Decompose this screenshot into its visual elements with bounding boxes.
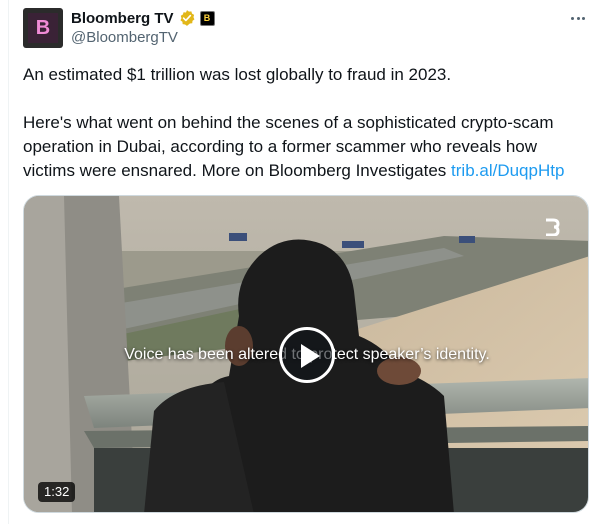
tweet-text-line-4: victims were ensnared. More on Bloomberg… (23, 159, 598, 183)
bloomberg-watermark-icon (546, 218, 560, 236)
affiliate-badge-icon[interactable]: B (199, 10, 215, 26)
video-player[interactable]: Voice has been altered to protect speake… (23, 195, 589, 513)
author-display-name[interactable]: Bloomberg TV (71, 10, 174, 27)
timeline-divider (8, 0, 9, 524)
tweet-link[interactable]: trib.al/DuqpHtp (451, 161, 564, 180)
tweet-card: B Bloomberg TV B @BloombergTV An estimat… (0, 0, 611, 524)
tweet-text-line-4-prefix: victims were ensnared. More on Bloomberg… (23, 161, 452, 180)
video-duration: 1:32 (38, 482, 76, 502)
tweet-text-line-3: operation in Dubai, according to a forme… (23, 137, 538, 156)
tweet-text-line-2: Here's what went on behind the scenes of… (23, 113, 554, 132)
avatar-letter: B (28, 13, 58, 43)
more-dots-icon[interactable] (566, 8, 590, 28)
verified-gold-icon[interactable] (178, 9, 196, 27)
avatar[interactable]: B (23, 8, 63, 48)
play-button[interactable] (279, 327, 335, 383)
play-icon (301, 344, 320, 368)
tweet-text-line-1: An estimated $1 trillion was lost global… (23, 65, 452, 84)
author-handle[interactable]: @BloombergTV (71, 29, 178, 46)
author-row: Bloomberg TV B (71, 7, 215, 29)
